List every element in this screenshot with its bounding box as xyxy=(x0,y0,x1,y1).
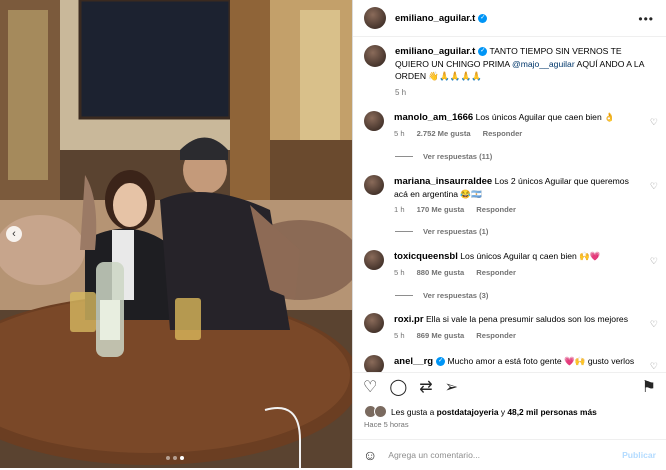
carousel-dot xyxy=(166,456,170,460)
replies-divider xyxy=(395,231,413,232)
author-username[interactable]: emiliano_aguilar.t xyxy=(395,13,475,24)
likes-prefix: Les gusta a xyxy=(391,406,435,417)
reply-button[interactable]: Responder xyxy=(483,129,523,138)
comment-likes[interactable]: 880 Me gusta xyxy=(417,268,465,277)
comment-item: anel__rg ✓ Mucho amor a está foto gente 💗… xyxy=(364,355,664,372)
comment-text: Los únicos Aguilar q caen bien 🙌💗 xyxy=(460,251,601,261)
view-replies-button[interactable]: Ver respuestas (11) xyxy=(395,152,492,161)
verified-badge-icon: ✓ xyxy=(436,357,446,367)
add-comment-bar: ☺ Publicar xyxy=(353,439,666,470)
view-replies-button[interactable]: Ver respuestas (1) xyxy=(395,227,488,236)
commenter-avatar[interactable] xyxy=(364,111,384,131)
previous-image-button[interactable]: ‹ xyxy=(6,226,22,242)
comment-username[interactable]: toxicqueensbl xyxy=(394,251,458,262)
reply-button[interactable]: Responder xyxy=(476,331,516,340)
comment-time: 5 h xyxy=(394,331,405,340)
author-avatar[interactable] xyxy=(364,7,386,29)
post-actions: ♡ ◯ ⇄ ➢ ⚑ Les gusta a postdatajoyeria y … xyxy=(353,372,666,469)
comment-like-heart-icon[interactable]: ♡ xyxy=(650,256,658,267)
comment-like-heart-icon[interactable]: ♡ xyxy=(650,361,658,372)
comment-time: 5 h xyxy=(394,129,405,138)
repost-icon[interactable]: ⇄ xyxy=(419,379,432,397)
comment-item: mariana_insaurraldee Los 2 únicos Aguila… xyxy=(364,175,664,214)
comments-list[interactable]: emiliano_aguilar.t ✓ TANTO TIEMPO SIN VER… xyxy=(353,37,666,372)
view-replies-label: Ver respuestas (1) xyxy=(423,227,489,236)
comment-bubble-icon[interactable]: ◯ xyxy=(389,379,407,397)
emoji-icon[interactable]: ☺ xyxy=(363,447,377,463)
caption-avatar[interactable] xyxy=(364,45,386,67)
post-header: emiliano_aguilar.t ✓ ••• xyxy=(353,0,666,37)
replies-divider xyxy=(395,156,413,157)
comment-time: 1 h xyxy=(394,205,405,214)
share-send-icon[interactable]: ➢ xyxy=(445,379,458,397)
view-replies-label: Ver respuestas (11) xyxy=(423,152,493,161)
likes-count[interactable]: 48,2 mil personas más xyxy=(507,407,596,417)
verified-badge-icon: ✓ xyxy=(478,13,488,23)
comment-item: toxicqueensbl Los únicos Aguilar q caen … xyxy=(364,250,664,277)
comment-text: Mucho amor a está foto gente 💗🙌 gusto ve… xyxy=(447,356,635,366)
like-heart-icon[interactable]: ♡ xyxy=(363,379,377,397)
comment-time: 5 h xyxy=(394,268,405,277)
verified-badge-icon: ✓ xyxy=(478,47,488,57)
comment-username[interactable]: roxi.pr xyxy=(394,314,424,325)
post-caption: emiliano_aguilar.t ✓ TANTO TIEMPO SIN VER… xyxy=(364,45,654,99)
post-photo-illustration xyxy=(0,0,352,468)
post-side-panel: emiliano_aguilar.t ✓ ••• emiliano_aguila… xyxy=(352,0,666,468)
likes-conjunction: y xyxy=(500,406,506,417)
caption-time: 5 h xyxy=(395,88,407,97)
comment-item: roxi.pr Ella si vale la pena presumir sa… xyxy=(364,313,664,340)
comment-text: Ella si vale la pena presumir saludos so… xyxy=(425,314,629,324)
comment-likes[interactable]: 869 Me gusta xyxy=(417,331,465,340)
commenter-avatar[interactable] xyxy=(364,355,384,372)
likes-summary[interactable]: Les gusta a postdatajoyeria y 48,2 mil p… xyxy=(364,405,597,418)
comment-like-heart-icon[interactable]: ♡ xyxy=(650,319,658,330)
comment-input[interactable] xyxy=(386,449,601,461)
comment-username[interactable]: anel__rg xyxy=(394,356,433,367)
save-bookmark-icon[interactable]: ⚑ xyxy=(642,379,656,397)
carousel-indicator xyxy=(166,456,184,460)
replies-divider xyxy=(395,295,413,296)
post-timestamp: Hace 5 horas xyxy=(364,420,409,429)
reply-button[interactable]: Responder xyxy=(476,268,516,277)
carousel-dot xyxy=(173,456,177,460)
comment-username[interactable]: manolo_am_1666 xyxy=(394,112,473,123)
reply-button[interactable]: Responder xyxy=(476,205,516,214)
comment-text: Los únicos Aguilar que caen bien 👌 xyxy=(475,112,615,122)
likes-user-link[interactable]: postdatajoyeria xyxy=(437,407,499,417)
comment-likes[interactable]: 170 Me gusta xyxy=(417,205,465,214)
commenter-avatar[interactable] xyxy=(364,313,384,333)
view-replies-button[interactable]: Ver respuestas (3) xyxy=(395,291,488,300)
commenter-avatar[interactable] xyxy=(364,175,384,195)
view-replies-label: Ver respuestas (3) xyxy=(423,291,489,300)
commenter-avatar[interactable] xyxy=(364,250,384,270)
publish-button[interactable]: Publicar xyxy=(622,450,656,460)
comment-username[interactable]: mariana_insaurraldee xyxy=(394,176,492,187)
carousel-dot-active xyxy=(180,456,184,460)
comment-item: manolo_am_1666 Los únicos Aguilar que ca… xyxy=(364,111,664,138)
more-options-icon[interactable]: ••• xyxy=(638,12,654,26)
liker-avatar xyxy=(374,405,387,418)
post-photo[interactable]: ‹ xyxy=(0,0,352,468)
comment-likes[interactable]: 2.752 Me gusta xyxy=(417,129,471,138)
comment-like-heart-icon[interactable]: ♡ xyxy=(650,181,658,192)
caption-mention-link[interactable]: @majo__aguilar xyxy=(512,59,575,69)
comment-like-heart-icon[interactable]: ♡ xyxy=(650,117,658,128)
caption-username[interactable]: emiliano_aguilar.t xyxy=(395,46,475,57)
